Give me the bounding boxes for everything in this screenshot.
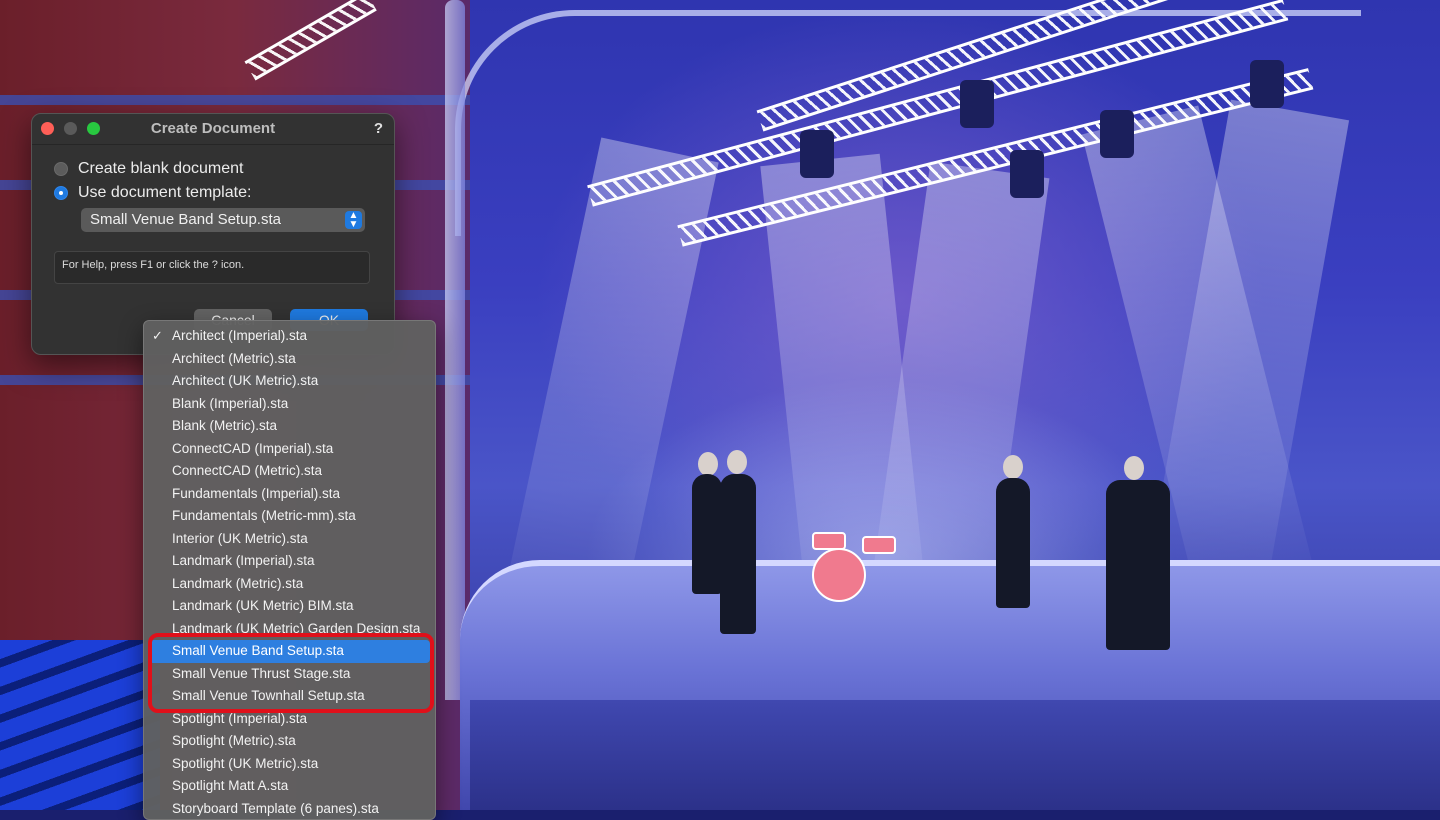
- menu-item-template[interactable]: Architect (Metric).sta: [149, 348, 430, 371]
- performer-bassist: [1106, 480, 1170, 650]
- menu-item-label: Spotlight (Metric).sta: [172, 733, 296, 748]
- performer-head: [1003, 455, 1023, 479]
- create-document-dialog: Create Document ? Create blank document …: [31, 113, 395, 355]
- menu-item-template[interactable]: Blank (Imperial).sta: [149, 393, 430, 416]
- menu-item-label: Fundamentals (Imperial).sta: [172, 486, 340, 501]
- menu-item-template[interactable]: ConnectCAD (Imperial).sta: [149, 438, 430, 461]
- menu-item-label: Architect (Metric).sta: [172, 351, 296, 366]
- auditorium-seats: [0, 640, 160, 810]
- menu-item-label: Small Venue Thrust Stage.sta: [172, 666, 350, 681]
- tom-drum: [812, 532, 846, 550]
- menu-item-template[interactable]: Architect (UK Metric).sta: [149, 370, 430, 393]
- menu-item-template[interactable]: Spotlight (UK Metric).sta: [149, 753, 430, 776]
- moving-light: [800, 130, 834, 178]
- template-dropdown-menu: ✓ Architect (Imperial).sta Architect (Metr…: [143, 320, 436, 820]
- menu-item-template[interactable]: Blank (Metric).sta: [149, 415, 430, 438]
- menu-item-template[interactable]: Small Venue Band Setup.sta: [149, 640, 430, 663]
- menu-item-label: Small Venue Band Setup.sta: [172, 643, 344, 658]
- performer-head: [1124, 456, 1144, 480]
- menu-item-label: Blank (Imperial).sta: [172, 396, 288, 411]
- menu-item-label: Architect (UK Metric).sta: [172, 373, 318, 388]
- radio-label-blank: Create blank document: [78, 160, 243, 178]
- template-select[interactable]: Small Venue Band Setup.sta ▲▼: [81, 208, 365, 232]
- help-text-box: For Help, press F1 or click the ? icon.: [54, 251, 370, 284]
- wall-trim: [0, 95, 470, 105]
- menu-item-template[interactable]: Spotlight (Imperial).sta: [149, 708, 430, 731]
- menu-item-label: Blank (Metric).sta: [172, 418, 277, 433]
- performer-head: [698, 452, 718, 476]
- radio-create-blank[interactable]: Create blank document: [54, 160, 243, 178]
- menu-item-label: Landmark (UK Metric) BIM.sta: [172, 598, 354, 613]
- menu-item-template[interactable]: Landmark (Imperial).sta: [149, 550, 430, 573]
- menu-item-template[interactable]: Fundamentals (Metric-mm).sta: [149, 505, 430, 528]
- proscenium-column: [445, 0, 465, 700]
- menu-item-template[interactable]: Fundamentals (Imperial).sta: [149, 483, 430, 506]
- radio-button-unselected[interactable]: [54, 162, 68, 176]
- menu-item-label: ConnectCAD (Metric).sta: [172, 463, 322, 478]
- menu-item-template[interactable]: Small Venue Thrust Stage.sta: [149, 663, 430, 686]
- template-select-value: Small Venue Band Setup.sta: [90, 211, 281, 228]
- chevron-up-down-icon: ▲▼: [345, 211, 362, 229]
- menu-item-label: Storyboard Template (6 panes).sta: [172, 801, 379, 816]
- moving-light: [1010, 150, 1044, 198]
- menu-item-label: Landmark (Metric).sta: [172, 576, 303, 591]
- performer-guitarist: [692, 474, 722, 594]
- moving-light: [960, 80, 994, 128]
- menu-item-label: ConnectCAD (Imperial).sta: [172, 441, 333, 456]
- performer-head: [727, 450, 747, 474]
- performer-keyboardist: [996, 478, 1030, 608]
- menu-item-template[interactable]: Small Venue Townhall Setup.sta: [149, 685, 430, 708]
- menu-item-label: Spotlight (UK Metric).sta: [172, 756, 318, 771]
- dialog-titlebar: Create Document ?: [32, 114, 394, 145]
- menu-item-template[interactable]: Spotlight (Metric).sta: [149, 730, 430, 753]
- stage-apron: [470, 700, 1440, 810]
- menu-item-label: Landmark (Imperial).sta: [172, 553, 315, 568]
- menu-item-label: Small Venue Townhall Setup.sta: [172, 688, 365, 703]
- menu-item-template[interactable]: Storyboard Template (6 panes).sta: [149, 798, 430, 820]
- performer-singer: [720, 474, 756, 634]
- menu-item-template[interactable]: Interior (UK Metric).sta: [149, 528, 430, 551]
- menu-item-label: Fundamentals (Metric-mm).sta: [172, 508, 356, 523]
- menu-item-template[interactable]: ✓ Architect (Imperial).sta: [149, 325, 430, 348]
- menu-item-label: Interior (UK Metric).sta: [172, 531, 308, 546]
- menu-item-template[interactable]: Landmark (UK Metric) Garden Design.sta: [149, 618, 430, 641]
- help-icon[interactable]: ?: [374, 120, 383, 137]
- moving-light: [1250, 60, 1284, 108]
- moving-light: [1100, 110, 1134, 158]
- dialog-title: Create Document: [32, 120, 394, 137]
- menu-item-label: Spotlight (Imperial).sta: [172, 711, 307, 726]
- radio-use-template[interactable]: Use document template:: [54, 184, 251, 202]
- menu-item-template[interactable]: Landmark (Metric).sta: [149, 573, 430, 596]
- bass-drum: [812, 548, 866, 602]
- menu-item-template[interactable]: Spotlight Matt A.sta: [149, 775, 430, 798]
- checkmark-icon: ✓: [152, 325, 163, 348]
- radio-label-template: Use document template:: [78, 184, 251, 202]
- menu-item-label: Landmark (UK Metric) Garden Design.sta: [172, 621, 420, 636]
- radio-button-selected[interactable]: [54, 186, 68, 200]
- menu-item-label: Spotlight Matt A.sta: [172, 778, 288, 793]
- floor-tom: [862, 536, 896, 554]
- menu-item-template[interactable]: ConnectCAD (Metric).sta: [149, 460, 430, 483]
- menu-item-template[interactable]: Landmark (UK Metric) BIM.sta: [149, 595, 430, 618]
- menu-item-label: Architect (Imperial).sta: [172, 328, 307, 343]
